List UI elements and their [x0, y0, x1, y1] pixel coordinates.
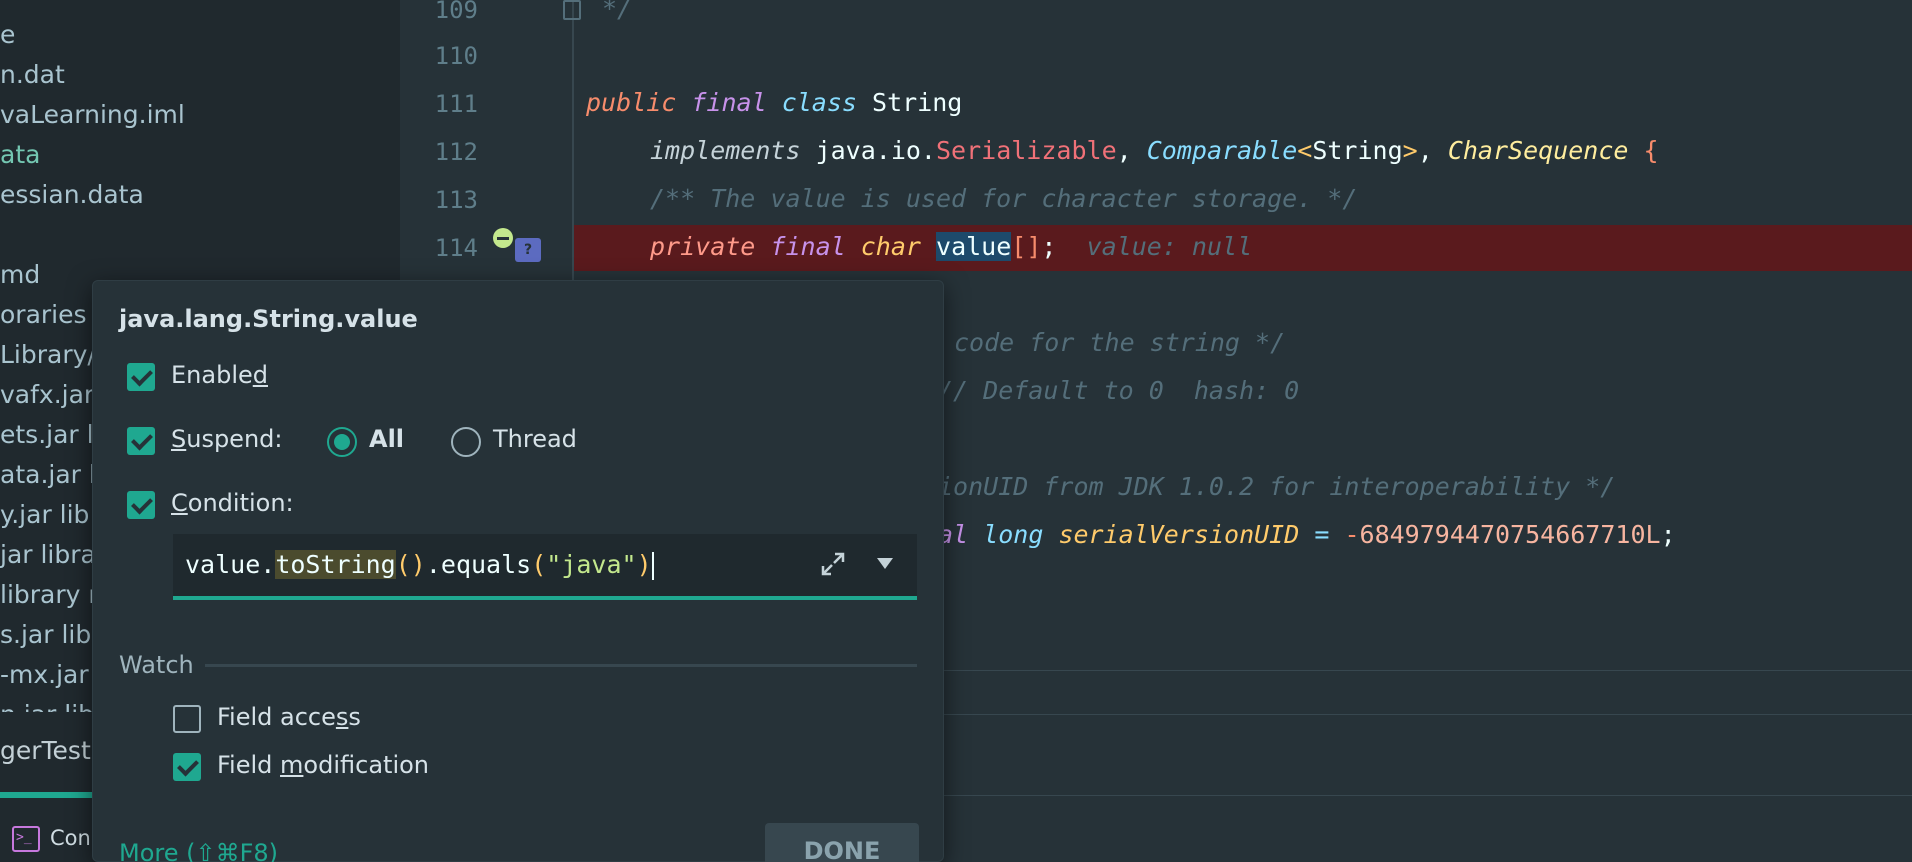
expand-icon[interactable] — [819, 550, 847, 578]
punct: < — [1297, 136, 1313, 165]
chevron-down-icon[interactable] — [877, 558, 893, 569]
breakpoint-properties-popup: java.lang.String.value Enabled Suspend: … — [92, 280, 944, 862]
tree-item[interactable]: e — [0, 20, 15, 49]
tree-item[interactable]: library n — [0, 580, 104, 609]
tab-underline — [0, 792, 95, 798]
keyword: class — [781, 88, 857, 117]
field-name: serialVersionUID — [1058, 520, 1300, 549]
console-icon: >_ — [12, 826, 40, 852]
more-link[interactable]: More (⇧⌘F8) — [119, 839, 278, 862]
done-button[interactable]: DONE — [765, 823, 919, 862]
type: CharSequence — [1447, 136, 1629, 165]
fold-icon[interactable] — [563, 0, 581, 20]
punct: ; — [1660, 520, 1676, 549]
enabled-label: Enabled — [171, 361, 268, 389]
code-line-119: ionUID from JDK 1.0.2 for interoperabili… — [938, 472, 1615, 501]
field-modification-checkbox[interactable] — [173, 753, 201, 781]
suspend-all-radio[interactable] — [327, 427, 357, 457]
tree-item[interactable]: essian.data — [0, 180, 144, 209]
punct: { — [1643, 136, 1659, 165]
comment-text: */ — [602, 0, 633, 23]
tree-item[interactable]: md — [0, 260, 40, 289]
popup-title: java.lang.String.value — [119, 305, 418, 333]
keyword: final — [691, 88, 767, 117]
keyword: public — [586, 88, 677, 117]
code-line-120: al long serialVersionUID = -684979447075… — [938, 520, 1676, 549]
tree-item[interactable]: ets.jar li — [0, 420, 101, 449]
code-line-112: implements java.io.Serializable, Compara… — [650, 136, 1659, 165]
code-line-114: private final char value[]; value: null — [650, 232, 1252, 261]
line-number: 113 — [434, 186, 478, 214]
suspend-all-label: All — [369, 425, 405, 453]
class-name: String — [872, 88, 963, 117]
code-line-109: */ — [602, 0, 632, 23]
debug-tab-label[interactable]: gerTest — [0, 736, 91, 765]
tree-item[interactable]: Library/ — [0, 340, 96, 369]
tree-item[interactable]: s.jar lib — [0, 620, 91, 649]
punct: ; — [1041, 232, 1057, 261]
tree-item[interactable]: ata.jar li — [0, 460, 103, 489]
line-number: 111 — [434, 90, 478, 118]
tree-item[interactable]: n.dat — [0, 60, 65, 89]
keyword: implements — [650, 136, 801, 165]
divider — [940, 795, 1912, 796]
console-tab[interactable]: >_ Cons — [0, 820, 102, 862]
field-watchpoint-icon: ? — [515, 238, 541, 262]
code-line-113: /** The value is used for character stor… — [650, 184, 1357, 213]
punct: , — [1417, 136, 1433, 165]
tree-item[interactable]: jar libra — [0, 540, 96, 569]
type: Comparable — [1146, 136, 1298, 165]
package: java.io. — [815, 136, 936, 165]
comment-text: code for the string */ — [954, 328, 1286, 357]
punct: = — [1314, 520, 1330, 549]
type: Serializable — [936, 136, 1117, 165]
code-line-116: code for the string */ — [954, 328, 1285, 357]
code-line-111: public final class String — [586, 88, 962, 117]
tree-item[interactable]: vaLearning.iml — [0, 100, 185, 129]
comment-text: /** The value is used for character stor… — [650, 184, 1358, 213]
watch-section-label: Watch — [119, 651, 194, 679]
number-literal: 6849794470754667710L — [1359, 520, 1661, 549]
tree-item[interactable]: y.jar lib — [0, 500, 89, 529]
tree-item[interactable]: ata — [0, 140, 40, 169]
type: String — [1312, 136, 1403, 165]
suspend-checkbox[interactable] — [127, 427, 155, 455]
line-number: 109 — [434, 0, 478, 24]
enabled-checkbox[interactable] — [127, 363, 155, 391]
code-line-117: // Default to 0 hash: 0 — [938, 376, 1299, 405]
section-divider — [205, 664, 917, 667]
suspend-thread-radio[interactable] — [451, 427, 481, 457]
tree-item[interactable]: oraries — [0, 300, 87, 329]
suspend-label: Suspend: — [171, 425, 283, 453]
inline-debug-value: value: null — [1086, 232, 1253, 261]
punct: - — [1344, 520, 1360, 549]
comment-text: // Default to 0 hash: 0 — [938, 376, 1300, 405]
field-name: value — [936, 232, 1012, 261]
punct: [] — [1011, 232, 1042, 261]
comment-text: ionUID from JDK 1.0.2 for interoperabili… — [938, 472, 1616, 501]
condition-expression[interactable]: value.toString().equals("java") — [185, 550, 654, 580]
field-access-label: Field access — [217, 703, 361, 731]
tree-item[interactable]: vafx.jar — [0, 380, 94, 409]
line-number: 110 — [434, 42, 478, 70]
breakpoint-icon[interactable] — [493, 228, 513, 248]
condition-label: Condition: — [171, 489, 294, 517]
field-access-checkbox[interactable] — [173, 705, 201, 733]
punct: > — [1402, 136, 1418, 165]
tree-item[interactable]: -mx.jar — [0, 660, 89, 689]
condition-input[interactable]: value.toString().equals("java") — [173, 534, 917, 600]
line-number: 112 — [434, 138, 478, 166]
punct: , — [1116, 136, 1132, 165]
line-number: 114 — [434, 234, 478, 262]
keyword: long — [983, 520, 1044, 549]
keyword: char — [860, 232, 921, 261]
keyword: private — [650, 232, 756, 261]
keyword: final — [770, 232, 846, 261]
suspend-thread-label: Thread — [493, 425, 577, 453]
tree-item[interactable]: n.jar lib — [0, 700, 94, 712]
field-modification-label: Field modification — [217, 751, 429, 779]
condition-checkbox[interactable] — [127, 491, 155, 519]
